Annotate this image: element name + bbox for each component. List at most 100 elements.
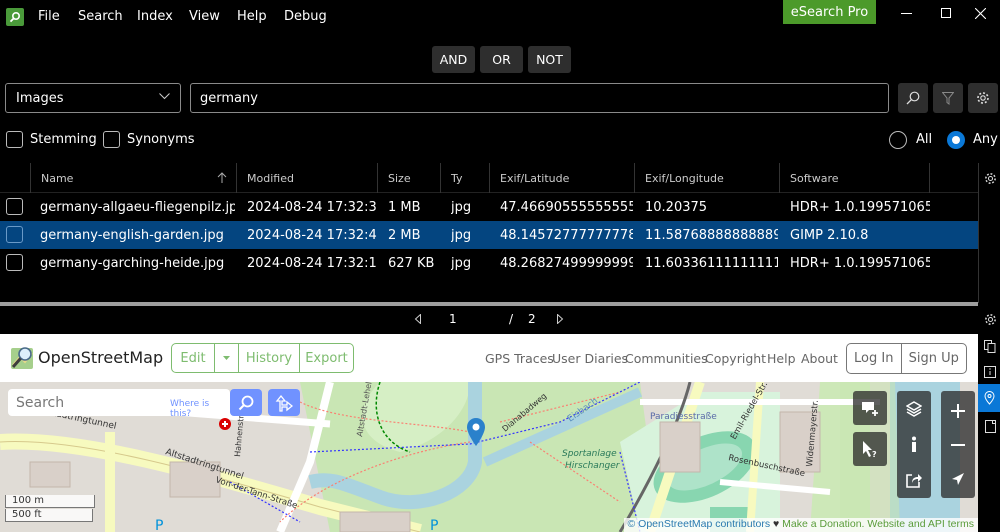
menu-file[interactable]: File [38,9,60,24]
info-icon [984,366,996,378]
terms-link[interactable]: Website and API terms [867,518,974,530]
panel-divider [978,163,979,303]
zoom-in-icon[interactable] [951,403,965,418]
stemming-checkbox[interactable] [6,131,23,148]
map-canvas[interactable]: Schonfeldstraße → Altstadtringtunnel Alt… [0,382,978,532]
svg-text:Sportanlage: Sportanlage [562,449,617,459]
menu-view[interactable]: View [189,9,220,24]
svg-text:P: P [155,518,163,532]
cell-size: 1 MB [388,199,421,215]
osm-logo-text[interactable]: OpenStreetMap [38,348,163,367]
minimize-icon [900,12,912,14]
osm-contributors-link[interactable]: © OpenStreetMap contributors [628,518,771,530]
close-button[interactable] [960,0,1000,26]
and-button[interactable]: AND [432,46,475,73]
column-header-longitude[interactable]: Exif/Longitude [634,163,778,193]
add-note-button[interactable] [853,391,887,425]
column-header-name[interactable]: Name [30,163,235,193]
not-button[interactable]: NOT [528,46,571,73]
cell-software: HDR+ 1.0.199571065z [790,199,930,215]
category-value: Images [16,90,64,106]
signup-button[interactable]: Sign Up [902,344,966,373]
cell-lon: 11.58768888888889 [645,227,778,243]
side-settings-button[interactable] [982,311,998,327]
column-header-software[interactable]: Software [779,163,929,193]
page-current[interactable]: 1 [449,312,457,326]
side-copy-button[interactable] [982,338,998,354]
export-button[interactable]: Export [300,344,353,372]
nav-user-diaries[interactable]: User Diaries [552,351,628,366]
osm-logo-icon[interactable] [10,345,36,371]
side-document-button[interactable] [982,418,998,434]
table-row[interactable]: germany-allgaeu-fliegenpilz.jpg 2024-08-2… [0,193,978,221]
splitter-handle[interactable] [0,302,978,306]
copy-icon [984,339,996,353]
column-header-type[interactable]: Ty [440,163,488,193]
search-icon [906,91,920,105]
donate-link[interactable]: Make a Donation. [782,518,864,530]
menu-help[interactable]: Help [237,9,267,24]
side-info-button[interactable] [982,364,998,380]
minimize-button[interactable] [886,0,926,26]
search-button[interactable] [898,83,928,113]
menu-index[interactable]: Index [137,9,173,24]
nav-about[interactable]: About [801,351,838,366]
nav-copyright[interactable]: Copyright [705,351,766,366]
osm-search-placeholder: Search [16,395,65,411]
map-pin-icon [983,391,995,405]
cell-software: GIMP 2.10.8 [790,227,869,243]
nav-communities[interactable]: Communities [625,351,708,366]
row-checkbox[interactable] [6,254,23,271]
match-all-radio[interactable] [889,131,907,149]
filter-icon [942,91,954,105]
column-header-spacer [929,163,978,193]
directions-button[interactable] [268,389,300,416]
menu-search[interactable]: Search [78,9,123,24]
nav-gps-traces[interactable]: GPS Traces [485,351,554,366]
side-map-button[interactable] [978,384,1000,412]
cell-lat: 48.14572777777778 [500,227,633,243]
osm-search-input[interactable]: Search Where is this? [8,389,230,419]
filter-button[interactable] [933,83,963,113]
query-features-button[interactable]: ? [853,432,887,466]
query-features-icon: ? [863,441,877,458]
search-input[interactable]: germany [190,83,889,113]
column-header-latitude[interactable]: Exif/Latitude [489,163,633,193]
page-separator: / [509,312,514,326]
info-icon[interactable] [911,436,917,453]
auth-button-group: Log In Sign Up [846,343,967,374]
column-settings-button[interactable] [982,170,998,186]
nav-help[interactable]: Help [767,351,796,366]
menu-debug[interactable]: Debug [284,9,327,24]
login-button[interactable]: Log In [847,344,902,373]
app-logo-icon [6,8,24,26]
brand-badge[interactable]: eSearch Pro [783,0,876,24]
svg-text:?: ? [872,450,877,458]
locate-icon[interactable] [951,472,965,486]
synonyms-checkbox[interactable] [103,131,120,148]
settings-button[interactable] [968,83,998,113]
previous-page-icon[interactable] [414,314,422,324]
zoom-out-icon[interactable] [951,443,965,447]
history-button[interactable]: History [239,344,300,372]
next-page-icon[interactable] [556,314,564,324]
column-header-modified[interactable]: Modified [236,163,376,193]
cell-size: 2 MB [388,227,421,243]
edit-button[interactable]: Edit [172,344,215,372]
match-any-radio[interactable] [947,131,965,149]
scale-metric: 100 m [5,495,95,508]
row-checkbox[interactable] [6,226,23,243]
table-row[interactable]: germany-english-garden.jpg 2024-08-24 17:… [0,221,978,249]
where-is-this-link[interactable]: Where is this? [170,399,230,419]
share-icon[interactable] [906,472,922,488]
column-header-size[interactable]: Size [377,163,439,193]
page-total: 2 [528,312,536,326]
cell-modified: 2024-08-24 17:32:35 [247,199,377,215]
category-select[interactable]: Images [5,83,181,113]
layers-icon[interactable] [906,400,922,417]
or-button[interactable]: OR [480,46,523,73]
edit-dropdown-button[interactable] [215,344,239,372]
row-checkbox[interactable] [6,198,23,215]
osm-search-button[interactable] [230,389,262,416]
table-row[interactable]: germany-garching-heide.jpg 2024-08-24 17:… [0,249,978,277]
